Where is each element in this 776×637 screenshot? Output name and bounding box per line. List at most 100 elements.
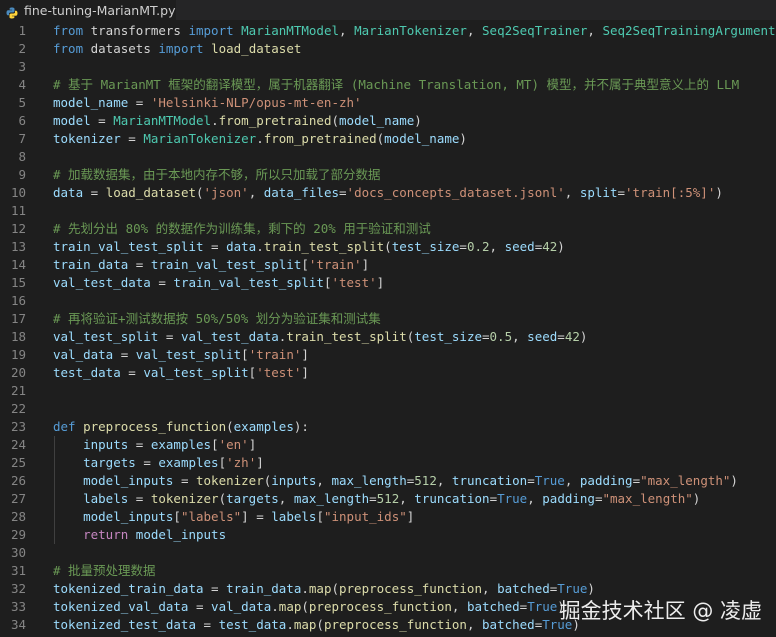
code-line[interactable]: 9 # 加载数据集，由于本地内存不够，所以只加载了部分数据 <box>0 166 776 184</box>
code-token: . <box>256 239 264 254</box>
code-token: ( <box>331 581 339 596</box>
code-token: , <box>466 617 483 632</box>
line-number: 3 <box>18 59 26 74</box>
code-token: data <box>226 239 257 254</box>
code-token: = <box>128 95 151 110</box>
code-editor[interactable]: 1 from transformers import MarianMTModel,… <box>0 20 776 637</box>
code-token: batched <box>482 617 535 632</box>
code-token: ) <box>715 185 723 200</box>
code-line[interactable]: 11 <box>0 202 776 220</box>
line-number: 30 <box>10 545 26 560</box>
code-line[interactable]: 15 val_test_data = train_val_test_split['… <box>0 274 776 292</box>
code-token: 'train[:5%]' <box>625 185 716 200</box>
code-line[interactable]: 8 <box>0 148 776 166</box>
line-code: labels = tokenizer(targets, max_length=5… <box>53 490 700 508</box>
code-line[interactable]: 21 <box>0 382 776 400</box>
code-token: [ <box>218 455 227 470</box>
code-token: ) <box>579 329 588 344</box>
code-token: ) <box>459 131 467 146</box>
code-token: . <box>211 113 219 128</box>
code-token: = <box>150 275 174 290</box>
code-line[interactable]: 28 model_inputs["labels"] = labels["inpu… <box>0 508 776 526</box>
code-line[interactable]: 22 <box>0 400 776 418</box>
line-code: from datasets import load_dataset <box>53 40 301 58</box>
line-number: 7 <box>18 131 26 146</box>
code-line[interactable]: 3 <box>0 58 776 76</box>
code-token: = <box>369 491 377 506</box>
code-token: ] <box>301 365 309 380</box>
line-number: 4 <box>18 77 26 92</box>
code-token: map <box>278 599 302 614</box>
code-line[interactable]: 19 val_data = val_test_split['train'] <box>0 346 776 364</box>
line-number: 6 <box>18 113 26 128</box>
code-line[interactable]: 5 model_name = 'Helsinki-NLP/opus-mt-en-z… <box>0 94 776 112</box>
code-token: Seq2SeqTrainingArguments <box>602 23 776 38</box>
tab-bar: fine-tuning-MarianMT.py <box>0 0 776 20</box>
code-token: = <box>128 437 151 452</box>
code-token: val_test_split <box>53 329 159 344</box>
code-token: batched <box>466 599 520 614</box>
code-line[interactable]: 10 data = load_dataset('json', data_files… <box>0 184 776 202</box>
line-code: train_data = train_val_test_split['train… <box>53 256 369 274</box>
code-token: = <box>339 185 347 200</box>
code-token: , <box>489 239 505 254</box>
code-token: train_test_split <box>286 329 407 344</box>
line-number: 16 <box>10 293 26 308</box>
code-token: model_name <box>53 95 129 110</box>
code-line[interactable]: 16 <box>0 292 776 310</box>
code-token: True <box>534 473 565 488</box>
code-token: preprocess_function <box>308 599 452 614</box>
code-line[interactable]: 7 tokenizer = MarianTokenizer.from_pretra… <box>0 130 776 148</box>
code-token: model_inputs <box>83 509 174 524</box>
code-token: ] <box>361 257 370 272</box>
code-line[interactable]: 25 targets = examples['zh'] <box>0 454 776 472</box>
code-token: 0.5 <box>489 329 513 344</box>
code-token: ): <box>293 419 309 434</box>
code-line[interactable]: 20 test_data = val_test_split['test'] <box>0 364 776 382</box>
code-line[interactable]: 17 # 再将验证+测试数据按 50%/50% 划分为验证集和测试集 <box>0 310 776 328</box>
code-token: tokenized_val_data <box>53 599 189 614</box>
line-number: 23 <box>10 419 26 434</box>
code-token: = <box>113 347 136 362</box>
code-line[interactable]: 23 def preprocess_function(examples): <box>0 418 776 436</box>
code-line[interactable]: 27 labels = tokenizer(targets, max_lengt… <box>0 490 776 508</box>
code-token: , <box>466 23 483 38</box>
python-file-icon <box>6 4 18 19</box>
code-token: def <box>53 419 76 434</box>
code-token: load_dataset <box>211 41 302 56</box>
code-token: return <box>83 527 129 542</box>
code-line[interactable]: 12 # 先划分出 80% 的数据作为训练集，剩下的 20% 用于验证和测试 <box>0 220 776 238</box>
code-line[interactable]: 26 model_inputs = tokenizer(inputs, max_… <box>0 472 776 490</box>
code-line[interactable]: 31 # 批量预处理数据 <box>0 562 776 580</box>
code-token: ) <box>557 239 565 254</box>
line-code: inputs = examples['en'] <box>53 436 256 454</box>
code-token: MarianTokenizer <box>143 131 257 146</box>
code-token: = <box>128 491 151 506</box>
line-number: 29 <box>10 527 26 542</box>
code-token: targets <box>83 455 136 470</box>
code-line[interactable]: 4 # 基于 MarianMT 框架的翻译模型，属于机器翻译 (Machine T… <box>0 76 776 94</box>
code-token: , <box>436 473 452 488</box>
code-token: [ <box>316 509 324 524</box>
code-token: "max_length" <box>640 473 731 488</box>
code-token: seed <box>527 329 558 344</box>
code-line[interactable]: 6 model = MarianMTModel.from_pretrained(m… <box>0 112 776 130</box>
code-token: ( <box>384 239 392 254</box>
code-token: data <box>53 185 84 200</box>
editor-tab[interactable]: fine-tuning-MarianMT.py <box>0 0 176 20</box>
line-number: 5 <box>18 95 26 110</box>
code-line[interactable]: 29 return model_inputs <box>0 526 776 544</box>
code-line[interactable]: 14 train_data = train_val_test_split['tra… <box>0 256 776 274</box>
code-token: examples <box>158 455 219 470</box>
code-line[interactable]: 18 val_test_split = val_test_data.train_t… <box>0 328 776 346</box>
code-token: padding <box>542 491 595 506</box>
code-line[interactable]: 13 train_val_test_split = data.train_test… <box>0 238 776 256</box>
code-line[interactable]: 30 <box>0 544 776 562</box>
code-token: tokenizer <box>53 131 121 146</box>
code-line[interactable]: 24 inputs = examples['en'] <box>0 436 776 454</box>
code-line[interactable]: 2 from datasets import load_dataset <box>0 40 776 58</box>
code-line[interactable]: 1 from transformers import MarianMTModel,… <box>0 22 776 40</box>
line-code: tokenized_val_data = val_data.map(prepro… <box>53 598 565 616</box>
